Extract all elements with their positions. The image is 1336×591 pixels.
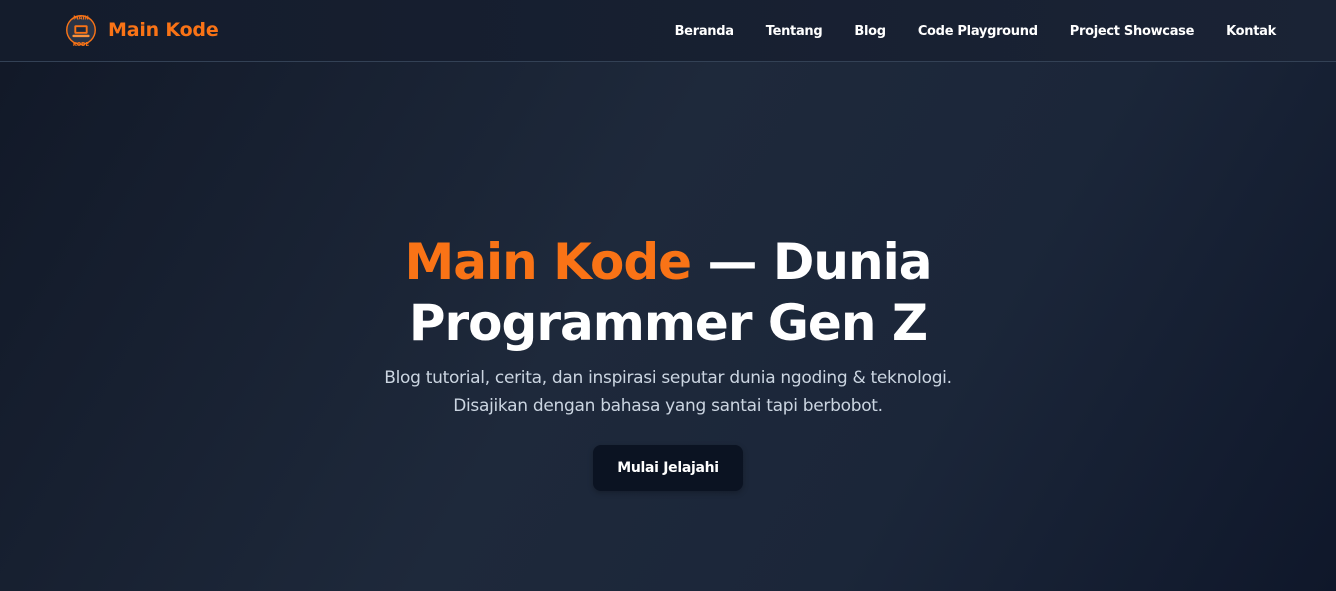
- main-nav: Beranda Tentang Blog Code Playground Pro…: [675, 0, 1277, 62]
- hero-subtitle-line-1: Blog tutorial, cerita, dan inspirasi sep…: [384, 368, 952, 388]
- brand-link[interactable]: MAIN KODE Main Kode: [62, 10, 219, 50]
- hero-section: Main Kode — Dunia Programmer Gen Z Blog …: [0, 232, 1336, 491]
- hero-subtitle-line-2: Disajikan dengan bahasa yang santai tapi…: [453, 396, 883, 416]
- hero-title-accent: Main Kode: [404, 233, 693, 291]
- brand-name: Main Kode: [108, 19, 219, 41]
- nav-link-project-showcase[interactable]: Project Showcase: [1070, 24, 1195, 39]
- svg-text:KODE: KODE: [73, 42, 90, 48]
- nav-link-blog[interactable]: Blog: [854, 24, 886, 39]
- explore-button[interactable]: Mulai Jelajahi: [593, 445, 743, 491]
- hero-subtitle: Blog tutorial, cerita, dan inspirasi sep…: [288, 364, 1048, 420]
- navbar: MAIN KODE Main Kode Beranda Tentang Blog…: [0, 0, 1336, 62]
- hero-title: Main Kode — Dunia Programmer Gen Z: [318, 232, 1018, 354]
- nav-link-beranda[interactable]: Beranda: [675, 24, 734, 39]
- main-kode-logo-icon: MAIN KODE: [66, 15, 96, 48]
- nav-link-code-playground[interactable]: Code Playground: [918, 24, 1038, 39]
- nav-link-tentang[interactable]: Tentang: [766, 24, 823, 39]
- nav-link-kontak[interactable]: Kontak: [1226, 24, 1276, 39]
- svg-text:MAIN: MAIN: [73, 16, 89, 22]
